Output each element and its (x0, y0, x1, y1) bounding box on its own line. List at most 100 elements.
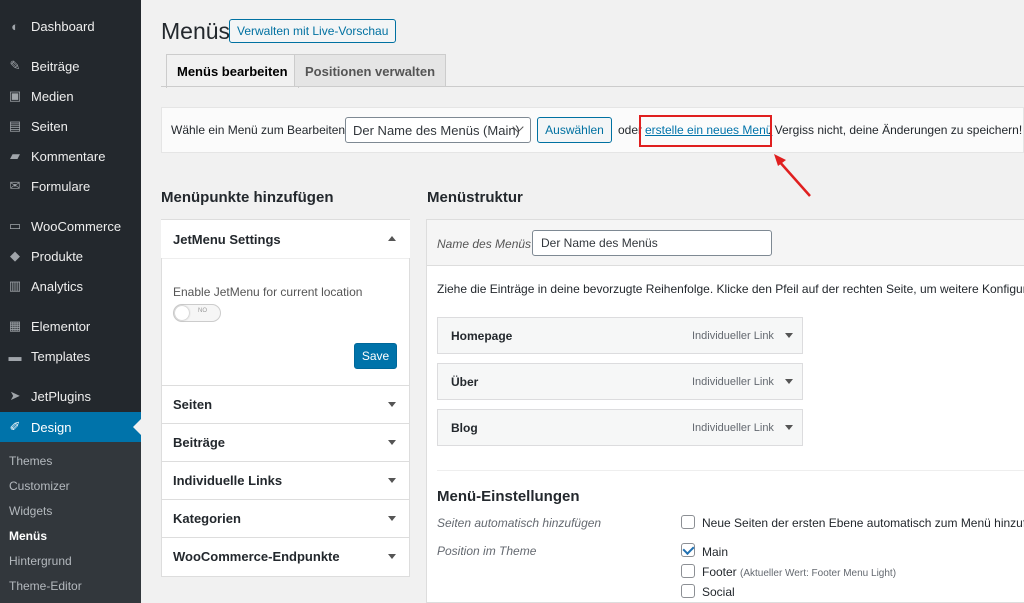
menu-name-label: Name des Menüs (437, 237, 532, 251)
position-social-label: Social (702, 585, 735, 599)
menu-item-ueber[interactable]: Über Individueller Link (437, 363, 803, 400)
accordion-kategorien[interactable]: Kategorien (161, 499, 410, 537)
sidebar-item-label: Kommentare (31, 148, 106, 164)
select-button[interactable]: Auswählen (537, 117, 612, 143)
highlight-annotation-box (639, 115, 772, 147)
chevron-down-icon (388, 554, 396, 559)
jet-icon: ➤ (9, 388, 21, 403)
pin-icon: ✎ (9, 58, 21, 73)
submenu-hintergrund[interactable]: Hintergrund (9, 554, 72, 568)
box-icon: ◆ (10, 248, 20, 263)
add-menu-items-heading: Menüpunkte hinzufügen (161, 189, 334, 206)
sidebar-item-templates[interactable]: ▬ Templates (0, 341, 141, 371)
submenu-themes[interactable]: Themes (9, 454, 52, 468)
menu-item-type: Individueller Link (692, 422, 774, 434)
sidebar-item-medien[interactable]: ▣ Medien (0, 81, 141, 111)
position-footer-checkbox[interactable] (681, 564, 695, 578)
chevron-down-icon[interactable] (785, 425, 793, 430)
sidebar-item-analytics[interactable]: ▥ Analytics (0, 271, 141, 301)
chevron-down-icon (388, 440, 396, 445)
position-social-checkbox[interactable] (681, 584, 695, 598)
save-reminder-text: . Vergiss nicht, deine Änderungen zu spe… (768, 123, 1023, 137)
sidebar-item-label: Elementor (31, 318, 91, 334)
sidebar-item-jetplugins[interactable]: ➤ JetPlugins (0, 381, 141, 411)
toggle-knob (175, 306, 189, 320)
live-preview-button[interactable]: Verwalten mit Live-Vorschau (229, 19, 397, 43)
tab-edit-menus[interactable]: Menüs bearbeiten (166, 54, 299, 88)
menu-settings-title: Menü-Einstellungen (437, 488, 580, 505)
accordion-title: Individuelle Links (173, 473, 283, 488)
sidebar-item-woocommerce[interactable]: ▭ WooCommerce (0, 211, 141, 241)
auto-add-checkbox[interactable] (681, 515, 695, 529)
sidebar-item-dashboard[interactable]: ◐ Dashboard (0, 11, 141, 41)
sidebar-item-elementor[interactable]: ▦ Elementor (0, 311, 141, 341)
auto-add-option-label: Neue Seiten der ersten Ebene automatisch… (702, 516, 1024, 530)
accordion-woocommerce-endpunkte[interactable]: WooCommerce-Endpunkte (161, 537, 410, 575)
menu-item-homepage[interactable]: Homepage Individueller Link (437, 317, 803, 354)
menu-structure-heading: Menüstruktur (427, 189, 523, 206)
position-footer-note: (Aktueller Wert: Footer Menu Light) (740, 568, 897, 579)
menu-item-title: Blog (451, 421, 478, 435)
jetmenu-enable-toggle[interactable]: NO (173, 304, 221, 322)
position-main-label: Main (702, 545, 729, 559)
auto-add-label: Seiten automatisch hinzufügen (437, 516, 602, 530)
accordion-beitraege[interactable]: Beiträge (161, 423, 410, 461)
sidebar-item-design[interactable]: ✐ Design (0, 412, 141, 442)
design-submenu: Themes Customizer Widgets Menüs Hintergr… (0, 442, 141, 603)
select-menu-label: Wähle ein Menü zum Bearbeiten: (171, 123, 349, 137)
annotation-arrow-icon (774, 154, 811, 197)
menu-select-value: Der Name des Menüs (Main) (353, 122, 520, 138)
accordion-title: WooCommerce-Endpunkte (173, 549, 340, 564)
brush-icon: ✐ (9, 419, 21, 434)
sidebar-item-seiten[interactable]: ▤ Seiten (0, 111, 141, 141)
jetmenu-settings-header[interactable]: JetMenu Settings (161, 220, 410, 258)
menu-item-title: Homepage (451, 329, 513, 343)
chevron-down-icon[interactable] (785, 379, 793, 384)
dashboard-icon: ◐ (11, 18, 19, 34)
menu-item-title: Über (451, 375, 479, 389)
chevron-down-icon (388, 478, 396, 483)
jetmenu-save-button[interactable]: Save (354, 343, 397, 369)
sidebar-item-label: Beiträge (31, 58, 80, 74)
sidebar-item-label: Seiten (31, 118, 68, 134)
mail-icon: ✉ (9, 178, 21, 193)
sidebar-item-label: Design (31, 419, 72, 435)
sidebar-item-beitraege[interactable]: ✎ Beiträge (0, 51, 141, 81)
menu-item-blog[interactable]: Blog Individueller Link (437, 409, 803, 446)
accordion-title: Beiträge (173, 435, 226, 450)
chevron-down-icon (388, 516, 396, 521)
menu-instructions: Ziehe die Einträge in deine bevorzugte R… (437, 282, 1024, 296)
menu-item-type: Individueller Link (692, 330, 774, 342)
sidebar-item-label: Dashboard (31, 18, 95, 34)
toggle-state-text: NO (198, 308, 207, 314)
position-footer-name: Footer (702, 565, 737, 579)
submenu-widgets[interactable]: Widgets (9, 504, 52, 518)
sidebar-item-label: WooCommerce (31, 218, 122, 234)
menu-item-type: Individueller Link (692, 376, 774, 388)
chevron-down-icon[interactable] (785, 333, 793, 338)
sidebar-item-produkte[interactable]: ◆ Produkte (0, 241, 141, 271)
pages-icon: ▤ (8, 118, 22, 133)
sidebar-item-label: Produkte (31, 248, 84, 264)
accordion-individuelle-links[interactable]: Individuelle Links (161, 461, 410, 499)
sidebar-item-label: JetPlugins (31, 388, 91, 404)
submenu-customizer[interactable]: Customizer (9, 479, 70, 493)
page-title: Menüs (161, 18, 231, 44)
sidebar-item-kommentare[interactable]: ▰ Kommentare (0, 141, 141, 171)
submenu-theme-editor[interactable]: Theme-Editor (9, 579, 82, 593)
position-main-checkbox[interactable] (681, 543, 695, 557)
accordion-title: Kategorien (173, 511, 241, 526)
accordion-seiten[interactable]: Seiten (161, 385, 410, 423)
menu-select-dropdown[interactable]: Der Name des Menüs (Main) (345, 117, 531, 143)
tab-manage-locations[interactable]: Positionen verwalten (294, 54, 447, 87)
bar-chart-icon: ▥ (8, 278, 22, 293)
menu-name-input[interactable]: Der Name des Menüs (532, 230, 772, 256)
jetmenu-enable-label: Enable JetMenu for current location (173, 285, 363, 299)
chevron-up-icon (388, 236, 396, 241)
sidebar-item-label: Analytics (31, 278, 84, 294)
sidebar-item-label: Medien (31, 88, 74, 104)
sidebar-item-label: Templates (31, 348, 91, 364)
submenu-menus[interactable]: Menüs (9, 529, 47, 543)
accordion-title: Seiten (173, 397, 213, 412)
sidebar-item-formulare[interactable]: ✉ Formulare (0, 171, 141, 201)
